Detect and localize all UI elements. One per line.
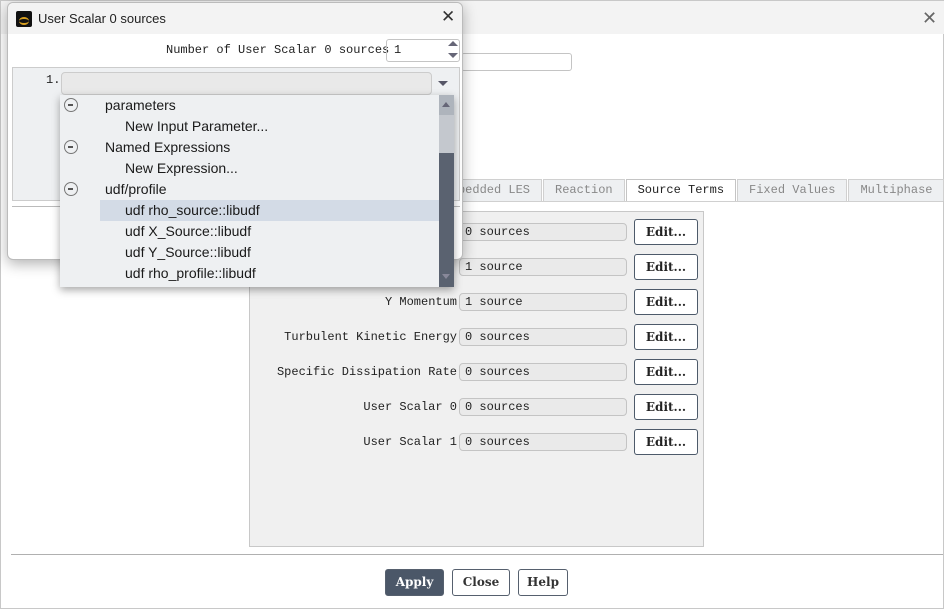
source-count-field: 0 sources xyxy=(459,398,627,416)
source-label: User Scalar 0 xyxy=(363,400,457,414)
scrollbar-thumb[interactable] xyxy=(439,115,454,153)
edit-button[interactable]: Edit... xyxy=(634,324,698,350)
dropdown-item[interactable]: Named Expressions xyxy=(60,137,439,158)
source-label: Specific Dissipation Rate xyxy=(276,365,457,379)
dropdown-item-label: New Input Parameter... xyxy=(125,118,269,134)
dropdown-item[interactable]: udf X_Source::libudf xyxy=(100,221,439,242)
source-count-field: 0 sources xyxy=(459,328,627,346)
tab-embedded-les[interactable]: Embedded LES xyxy=(456,179,542,201)
source-label: User Scalar 1 xyxy=(363,435,457,449)
edit-button[interactable]: Edit... xyxy=(634,289,698,315)
dialog-title: User Scalar 0 sources xyxy=(38,11,166,26)
source-row: Y Momentum 1 source Edit... xyxy=(249,289,709,315)
source-dropdown-list: parameters New Input Parameter... Named Ex… xyxy=(60,95,454,287)
edit-button[interactable]: Edit... xyxy=(634,219,698,245)
dialog-title-bar: User Scalar 0 sources ✕ xyxy=(8,3,462,34)
dropdown-item-label: Named Expressions xyxy=(105,139,231,155)
source-combo-box[interactable] xyxy=(61,72,432,95)
dropdown-item[interactable]: udf Y_Source::libudf xyxy=(100,242,439,263)
source-row: Turbulent Kinetic Energy 0 sources Edit.… xyxy=(249,324,709,350)
edit-button[interactable]: Edit... xyxy=(634,394,698,420)
divider xyxy=(11,554,943,555)
source-count-field: 0 sources xyxy=(459,363,627,381)
dropdown-item[interactable]: parameters xyxy=(60,95,439,116)
source-row: User Scalar 0 0 sources Edit... xyxy=(249,394,709,420)
scrollbar[interactable] xyxy=(439,95,454,287)
stepper-down-icon[interactable] xyxy=(448,53,458,58)
dropdown-item-label: New Expression... xyxy=(125,160,238,176)
stepper-up-icon[interactable] xyxy=(448,41,458,46)
source-label: Y Momentum xyxy=(384,295,457,309)
dropdown-item-label: udf rho_source::libudf xyxy=(125,202,260,218)
collapse-icon[interactable] xyxy=(64,140,78,154)
edit-button[interactable]: Edit... xyxy=(634,429,698,455)
source-row: Specific Dissipation Rate 0 sources Edit… xyxy=(249,359,709,385)
dropdown-item[interactable]: New Expression... xyxy=(100,158,439,179)
tab-fixed-values[interactable]: Fixed Values xyxy=(737,179,848,201)
scroll-up-icon[interactable] xyxy=(442,102,450,107)
zone-name-field[interactable] xyxy=(461,53,572,71)
app-logo-icon xyxy=(16,11,32,27)
edit-button[interactable]: Edit... xyxy=(634,359,698,385)
collapse-icon[interactable] xyxy=(64,182,78,196)
close-button[interactable]: Close xyxy=(452,569,510,596)
dropdown-item[interactable]: udf rho_source::libudf xyxy=(100,200,439,221)
source-count-field: 0 sources xyxy=(459,433,627,451)
scroll-down-icon[interactable] xyxy=(442,274,450,279)
source-count-field: 1 source xyxy=(459,258,627,276)
dropdown-item[interactable]: udf rho_profile::libudf xyxy=(100,263,439,284)
close-icon[interactable]: ✕ xyxy=(922,8,937,29)
tab-reaction[interactable]: Reaction xyxy=(543,179,625,201)
source-index-label: 1. xyxy=(46,73,61,87)
close-icon[interactable]: ✕ xyxy=(441,7,455,27)
dropdown-item-label: udf rho_profile::libudf xyxy=(125,265,256,281)
tab-source-terms[interactable]: Source Terms xyxy=(625,179,737,202)
tab-multiphase[interactable]: Multiphase xyxy=(848,179,944,201)
source-row: User Scalar 1 0 sources Edit... xyxy=(249,429,709,455)
number-of-sources-label: Number of User Scalar 0 sources xyxy=(166,43,390,57)
chevron-down-icon[interactable] xyxy=(438,81,448,86)
dropdown-item-label: udf/profile xyxy=(105,181,167,197)
edit-button[interactable]: Edit... xyxy=(634,254,698,280)
collapse-icon[interactable] xyxy=(64,98,78,112)
help-button[interactable]: Help xyxy=(518,569,568,596)
dropdown-item-label: udf Y_Source::libudf xyxy=(125,244,251,260)
dropdown-item[interactable]: New Input Parameter... xyxy=(100,116,439,137)
apply-button[interactable]: Apply xyxy=(385,569,444,596)
dropdown-item-label: udf X_Source::libudf xyxy=(125,223,252,239)
tab-bar: Embedded LES Reaction Source Terms Fixed… xyxy=(456,179,944,202)
source-count-field: 0 sources xyxy=(459,223,627,241)
dropdown-item[interactable]: udf/profile xyxy=(60,179,439,200)
source-count-field: 1 source xyxy=(459,293,627,311)
source-label: Turbulent Kinetic Energy xyxy=(284,330,457,344)
dropdown-item-label: parameters xyxy=(105,97,176,113)
